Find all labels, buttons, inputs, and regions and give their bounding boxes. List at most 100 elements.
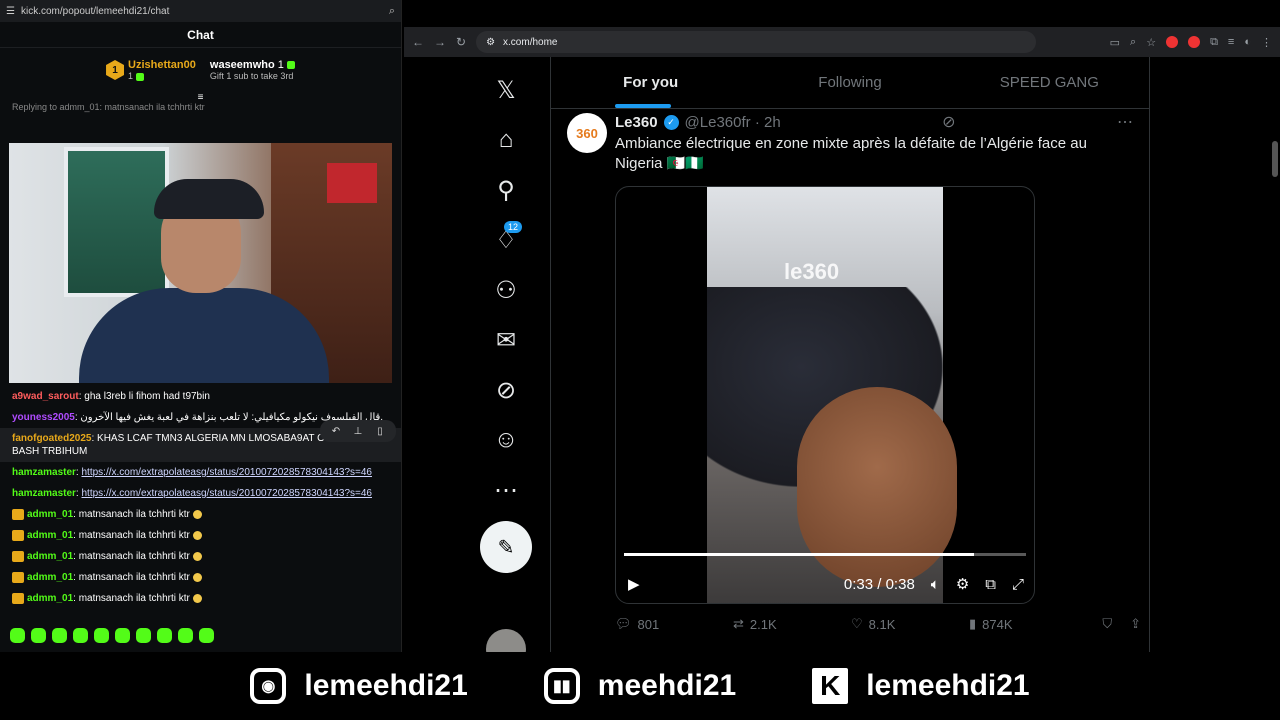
- emote-icon[interactable]: [157, 628, 172, 643]
- chat-message[interactable]: admm_01: matnsanach ila tchhrti ktr: [0, 525, 401, 546]
- delete-icon[interactable]: ▯: [370, 423, 390, 439]
- more-icon[interactable]: ⋯: [480, 465, 532, 515]
- chat-link[interactable]: https://x.com/extrapolateasg/status/2010…: [81, 488, 372, 499]
- chat-message[interactable]: a9wad_sarout: gha l3reb li fihom had t97…: [0, 386, 401, 407]
- chat-message[interactable]: admm_01: matnsanach ila tchhrti ktr: [0, 588, 401, 609]
- emote-icon[interactable]: [199, 628, 214, 643]
- back-icon[interactable]: ←: [412, 35, 424, 49]
- bookmark-star-icon[interactable]: ☆: [1146, 36, 1156, 49]
- tweet-avatar[interactable]: 360: [567, 113, 607, 153]
- chat-username[interactable]: a9wad_sarout: [12, 391, 79, 402]
- pip-icon[interactable]: ⧉: [985, 576, 996, 593]
- video-watermark: le360: [784, 259, 840, 284]
- moderator-badge-icon: [12, 550, 24, 562]
- pin-icon[interactable]: ⊥: [348, 423, 368, 439]
- play-icon[interactable]: ▶: [628, 575, 640, 593]
- grok-icon[interactable]: ⊘: [480, 365, 532, 415]
- tweet-author-name[interactable]: Le360: [615, 114, 658, 131]
- site-info-icon[interactable]: ☰: [6, 6, 15, 17]
- chat-message[interactable]: admm_01: matnsanach ila tchhrti ktr: [0, 546, 401, 567]
- screen: ☰ kick.com/popout/lemeehdi21/chat ⌕ Chat…: [0, 0, 1280, 720]
- stream-socials: ◉ lemeehdi21 ▮▮ meehdi21 K lemeehdi21: [0, 652, 1280, 720]
- install-icon[interactable]: ▭: [1110, 36, 1120, 49]
- chat-username[interactable]: admm_01: [27, 530, 73, 541]
- chat-username[interactable]: admm_01: [27, 509, 73, 520]
- video-progress[interactable]: [624, 553, 1026, 556]
- tab-speed-gang[interactable]: SPEED GANG: [950, 57, 1149, 108]
- grok-icon[interactable]: ⊘: [942, 112, 955, 132]
- chat-message[interactable]: admm_01: matnsanach ila tchhrti ktr: [0, 567, 401, 588]
- tab-following[interactable]: Following: [750, 57, 949, 108]
- message-actions: ↶ ⊥ ▯: [320, 420, 396, 442]
- x-logo-icon[interactable]: 𝕏: [480, 65, 532, 115]
- reload-icon[interactable]: ↻: [456, 35, 466, 49]
- menu-icon[interactable]: ⋮: [1261, 36, 1272, 49]
- adblock-icon[interactable]: [1188, 35, 1201, 48]
- site-info-icon[interactable]: ⚙: [486, 37, 495, 48]
- leader-second[interactable]: waseemwho 1 Gift 1 sub to take 3rd: [210, 59, 295, 81]
- kick-url-bar[interactable]: ☰ kick.com/popout/lemeehdi21/chat ⌕: [0, 0, 401, 22]
- notifications-icon[interactable]: ♢ 12: [480, 215, 532, 265]
- pinned-toggle-icon[interactable]: ≡: [0, 92, 401, 103]
- explore-icon[interactable]: ⚲: [480, 165, 532, 215]
- share-icon[interactable]: ⇪: [1130, 616, 1141, 632]
- media-icon[interactable]: ≡: [1228, 36, 1234, 49]
- like-button[interactable]: ♡ 8.1K: [851, 616, 969, 632]
- streamer-webcam: [9, 143, 392, 383]
- reply-button[interactable]: 💬︎ 801: [615, 616, 733, 632]
- tweet-actions: 💬︎ 801 ⇄ 2.1K ♡ 8.1K ▮ 874K ⛉ ⇪: [615, 616, 1141, 632]
- scrollbar[interactable]: [1272, 141, 1278, 177]
- emote-icon[interactable]: [10, 628, 25, 643]
- tweet[interactable]: 360 Le360 ✓ @Le360fr · 2h ⊘ ⋯ Ambiance é…: [551, 113, 1149, 632]
- notification-badge: 12: [503, 221, 522, 233]
- tab-for-you[interactable]: For you: [551, 57, 750, 108]
- emote-icon[interactable]: [31, 628, 46, 643]
- chat-message[interactable]: admm_01: matnsanach ila tchhrti ktr: [0, 504, 401, 525]
- chat-message[interactable]: hamzamaster: https://x.com/extrapolateas…: [0, 483, 401, 504]
- chat-message[interactable]: hamzamaster: https://x.com/extrapolateas…: [0, 462, 401, 483]
- kick-url: kick.com/popout/lemeehdi21/chat: [20, 5, 170, 17]
- more-options-icon[interactable]: ⋯: [1117, 112, 1133, 132]
- profile-icon[interactable]: ☺: [480, 415, 532, 465]
- post-button[interactable]: ✎: [480, 521, 532, 573]
- messages-icon[interactable]: ✉: [480, 315, 532, 365]
- emote-icon[interactable]: [52, 628, 67, 643]
- chat-username[interactable]: admm_01: [27, 551, 73, 562]
- leader-first[interactable]: 1 Uzishettan00 1: [106, 59, 196, 81]
- fullscreen-icon[interactable]: ⤢: [1012, 576, 1024, 593]
- repost-button[interactable]: ⇄ 2.1K: [733, 616, 851, 632]
- zoom-icon[interactable]: ⌕: [389, 5, 395, 18]
- home-icon[interactable]: ⌂: [480, 115, 532, 165]
- views-button[interactable]: ▮ 874K: [969, 616, 1087, 632]
- profile-icon[interactable]: ◐: [1244, 36, 1251, 49]
- emote-icon[interactable]: [178, 628, 193, 643]
- tweet-handle[interactable]: @Le360fr · 2h: [685, 114, 781, 131]
- bookmark-icon[interactable]: ⛉: [1102, 616, 1112, 632]
- follow-icon[interactable]: ⚇: [480, 265, 532, 315]
- reply-icon[interactable]: ↶: [326, 423, 346, 439]
- emote-icon[interactable]: [136, 628, 151, 643]
- emote-icon[interactable]: [115, 628, 130, 643]
- chat-username[interactable]: youness2005: [12, 412, 75, 423]
- chat-username[interactable]: hamzamaster: [12, 467, 76, 478]
- chat-username[interactable]: hamzamaster: [12, 488, 76, 499]
- extensions-icon[interactable]: ⧉: [1210, 36, 1218, 49]
- chat-username[interactable]: admm_01: [27, 572, 73, 583]
- emote-icon[interactable]: [94, 628, 109, 643]
- chat-username[interactable]: admm_01: [27, 593, 73, 604]
- forward-icon[interactable]: →: [434, 35, 446, 49]
- chat-username[interactable]: fanofgoated2025: [12, 433, 91, 444]
- address-bar[interactable]: ⚙ x.com/home: [476, 31, 1037, 53]
- emote-icon[interactable]: [73, 628, 88, 643]
- browser-tabstrip: [404, 0, 1280, 27]
- tweet-video[interactable]: le360 ▶ 0:33 / 0:38 🔈︎ ⚙ ⧉ ⤢: [615, 186, 1035, 604]
- account-avatar[interactable]: [486, 629, 526, 652]
- chat-link[interactable]: https://x.com/extrapolateasg/status/2010…: [81, 467, 372, 478]
- settings-icon[interactable]: ⚙: [956, 575, 969, 593]
- volume-icon[interactable]: 🔈︎: [931, 576, 940, 593]
- leader-name: waseemwho: [209, 59, 275, 71]
- chat-text: matnsanach ila tchhrti ktr: [78, 509, 190, 520]
- verified-badge-icon: ✓: [663, 114, 679, 130]
- zoom-icon[interactable]: ⌕: [1130, 36, 1136, 49]
- extension-icon[interactable]: [1166, 35, 1179, 48]
